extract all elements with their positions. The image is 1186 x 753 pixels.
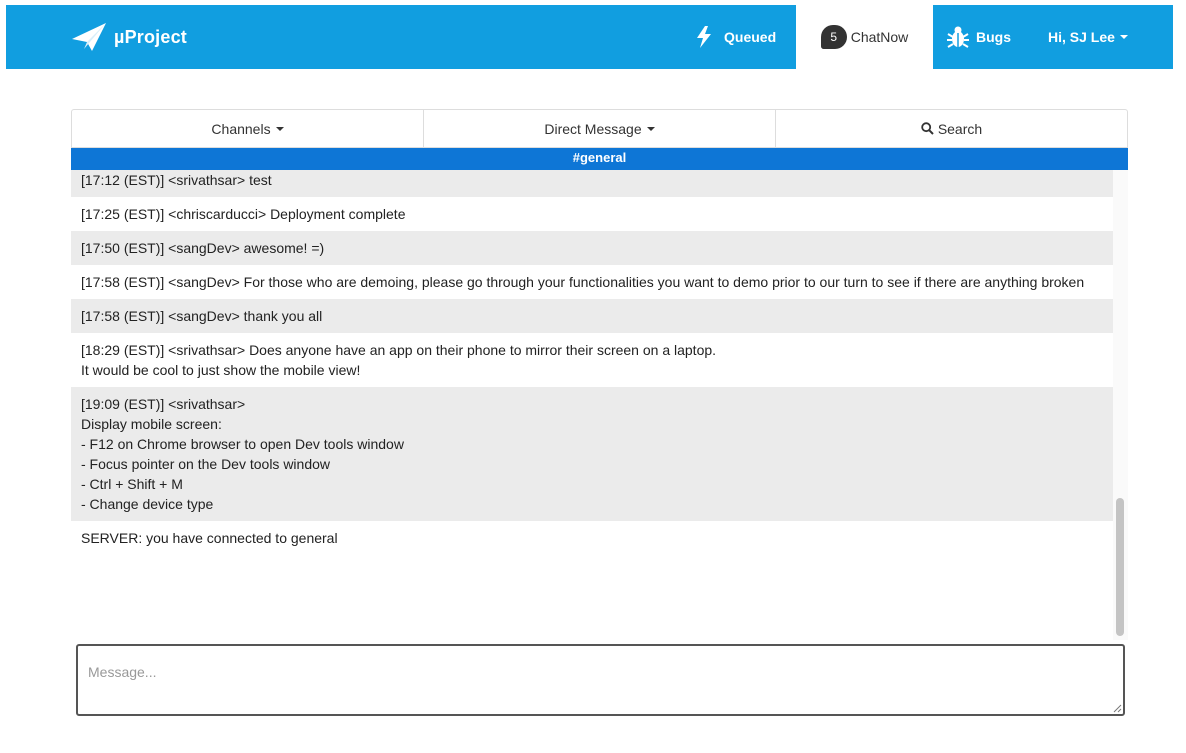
tab-search-label: Search	[937, 120, 983, 137]
message-item: [19:09 (EST)] <srivathsar> Display mobile…	[71, 387, 1113, 521]
chat-tabs: Channels Direct Message Search	[71, 109, 1128, 148]
nav-bugs-label: Bugs	[976, 29, 1011, 45]
message-text: [17:12 (EST)] <srivathsar> test	[81, 172, 272, 188]
message-text: - F12 on Chrome browser to open Dev tool…	[81, 436, 404, 452]
message-text: [17:25 (EST)] <chriscarducci> Deployment…	[81, 206, 406, 222]
channel-title: #general	[71, 148, 1128, 170]
message-item: [17:58 (EST)] <sangDev> For those who ar…	[71, 265, 1113, 299]
tab-direct-message-label: Direct Message	[544, 120, 642, 137]
chat-bubble-badge: 5	[820, 25, 847, 49]
chevron-down-icon	[646, 126, 655, 131]
message-text: SERVER: you have connected to general	[81, 530, 338, 546]
nav-queued-label: Queued	[724, 29, 777, 45]
top-navbar: µProject Queued 5 ChatNow Bugs Hi, SJ Le…	[6, 5, 1173, 69]
tab-channels-label: Channels	[211, 120, 271, 137]
nav-queued[interactable]: Queued	[696, 5, 796, 69]
message-item: [17:12 (EST)] <srivathsar> test	[71, 170, 1113, 197]
brand-name: µProject	[114, 26, 187, 47]
message-text: [17:58 (EST)] <sangDev> For those who ar…	[81, 274, 1085, 290]
message-item: [17:50 (EST)] <sangDev> awesome! =)	[71, 231, 1113, 265]
message-text: [19:09 (EST)] <srivathsar>	[81, 396, 246, 412]
message-text: Display mobile screen:	[81, 416, 222, 432]
message-text: [17:58 (EST)] <sangDev> thank you all	[81, 308, 323, 324]
message-item: [17:25 (EST)] <chriscarducci> Deployment…	[71, 197, 1113, 231]
lightning-icon	[697, 26, 711, 48]
brand-link[interactable]: µProject	[70, 19, 187, 55]
message-text: It would be cool to just show the mobile…	[81, 362, 361, 378]
message-text: [17:50 (EST)] <sangDev> awesome! =)	[81, 240, 325, 256]
search-icon	[921, 122, 934, 135]
chevron-down-icon	[1119, 35, 1128, 39]
message-input[interactable]	[76, 644, 1125, 716]
message-item: [17:58 (EST)] <sangDev> thank you all	[71, 299, 1113, 333]
message-items: [17:12 (EST)] <srivathsar> test [17:25 (E…	[71, 170, 1113, 555]
message-item: [18:29 (EST)] <srivathsar> Does anyone h…	[71, 333, 1113, 387]
message-text: - Change device type	[81, 496, 214, 512]
tab-channels[interactable]: Channels	[72, 110, 424, 147]
scrollbar[interactable]	[1113, 170, 1128, 640]
tab-search[interactable]: Search	[776, 110, 1127, 147]
message-text: - Ctrl + Shift + M	[81, 476, 183, 492]
user-menu[interactable]: Hi, SJ Lee	[1048, 5, 1148, 69]
tab-direct-message[interactable]: Direct Message	[424, 110, 776, 147]
user-greeting: Hi, SJ Lee	[1048, 29, 1115, 45]
nav-bugs[interactable]: Bugs	[946, 5, 1026, 69]
nav-chatnow-label: ChatNow	[850, 29, 909, 45]
message-text: - Focus pointer on the Dev tools window	[81, 456, 331, 472]
paper-plane-icon	[72, 23, 106, 51]
scrollbar-thumb[interactable]	[1116, 498, 1124, 636]
message-text: [18:29 (EST)] <srivathsar> Does anyone h…	[81, 342, 717, 358]
resize-handle-icon[interactable]	[1112, 703, 1122, 713]
nav-chatnow[interactable]: 5 ChatNow	[796, 5, 933, 69]
bug-icon	[947, 26, 969, 48]
chevron-down-icon	[275, 126, 284, 131]
message-list[interactable]: [17:12 (EST)] <srivathsar> test [17:25 (E…	[71, 170, 1128, 640]
message-item: SERVER: you have connected to general	[71, 521, 1113, 555]
